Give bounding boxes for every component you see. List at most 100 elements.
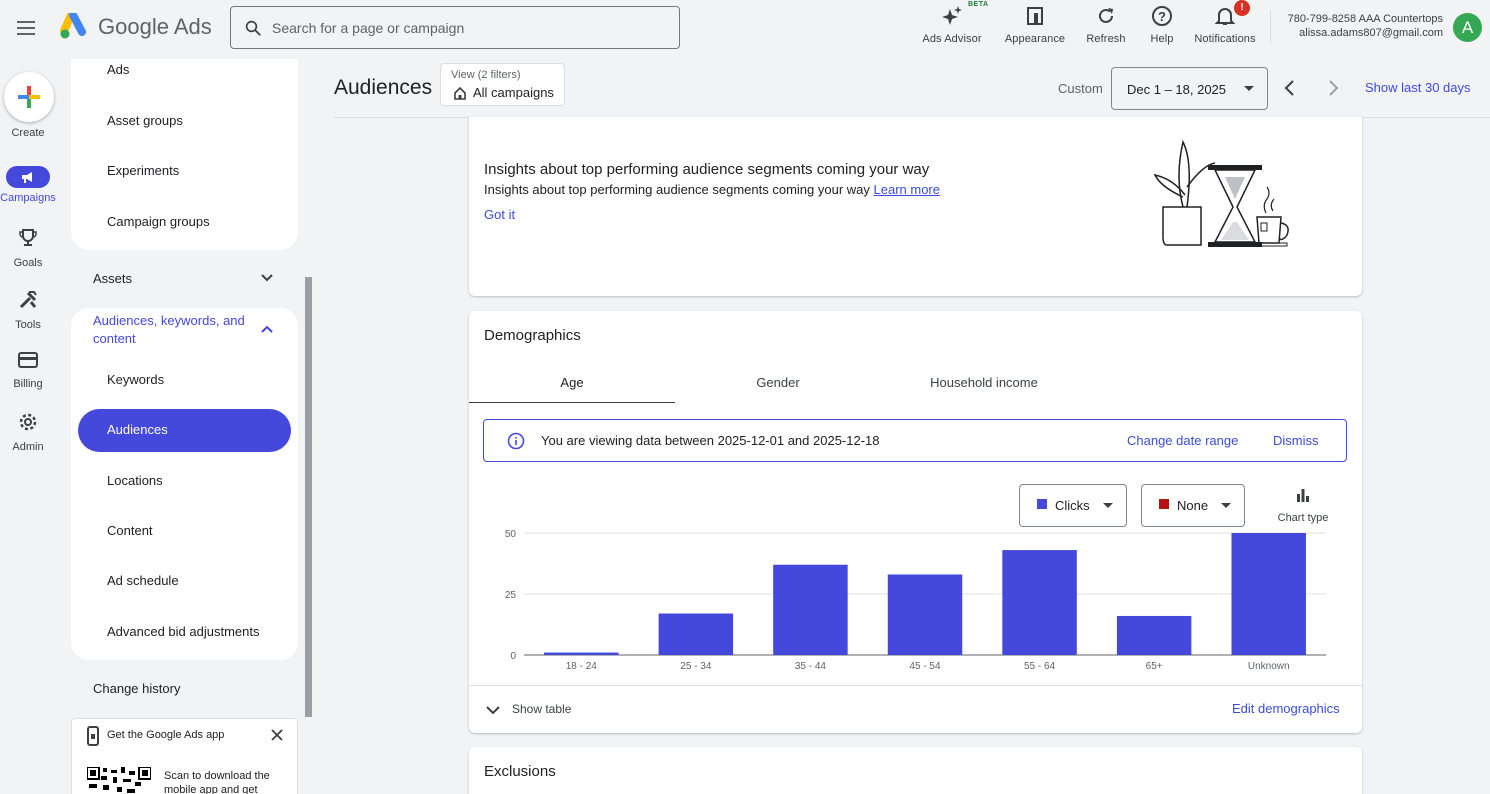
google-ads-logo[interactable]: Google Ads: [60, 13, 212, 41]
bar[interactable]: [887, 574, 963, 655]
appearance-label: Appearance: [1004, 33, 1066, 45]
view-filter-value: All campaigns: [473, 85, 554, 100]
chart-type-button[interactable]: Chart type: [1269, 487, 1337, 524]
search-input[interactable]: [272, 19, 652, 36]
insight-card: Insights about top performing audience s…: [469, 117, 1362, 296]
nav-item-audiences[interactable]: Audiences: [107, 422, 168, 437]
insight-body-text: Insights about top performing audience s…: [484, 182, 870, 197]
nav-item-advanced-bid[interactable]: Advanced bid adjustments: [107, 624, 259, 639]
chevron-down-icon[interactable]: [260, 273, 274, 283]
qr-code-icon: [87, 767, 151, 793]
nav-section-assets[interactable]: Assets: [93, 271, 132, 286]
nav-item-asset-groups[interactable]: Asset groups: [107, 113, 183, 128]
caret-down-icon: [1103, 503, 1113, 508]
bar[interactable]: [658, 613, 734, 655]
nav-item-locations[interactable]: Locations: [107, 473, 163, 488]
date-info-text: You are viewing data between 2025-12-01 …: [541, 433, 880, 448]
insight-body: Insights about top performing audience s…: [484, 182, 940, 197]
bar[interactable]: [544, 652, 619, 655]
nav-item-ad-schedule[interactable]: Ad schedule: [107, 573, 179, 588]
bar[interactable]: [1002, 550, 1077, 655]
bar[interactable]: [1231, 533, 1306, 655]
info-icon: [507, 432, 525, 450]
rail-tools[interactable]: Tools: [0, 290, 56, 331]
age-bar-chart: 0 25 50 18 - 24 25 - 34 35 - 44 45 - 54 55 - 64…: [505, 529, 1326, 672]
nav-section-change-history[interactable]: Change history: [93, 681, 180, 696]
rail-campaigns[interactable]: Campaigns: [0, 166, 56, 204]
account-info[interactable]: 780-799-8258 AAA Countertops alissa.adam…: [1270, 12, 1443, 40]
appearance-icon: [1024, 5, 1046, 27]
bar[interactable]: [773, 564, 848, 655]
show-last-30-days-link[interactable]: Show last 30 days: [1365, 80, 1471, 95]
create-button[interactable]: [4, 72, 54, 122]
tab-gender[interactable]: Gender: [675, 375, 881, 390]
bar[interactable]: [1116, 615, 1192, 655]
y-tick-label: 0: [510, 651, 516, 662]
bar-chart-icon: [1297, 489, 1309, 502]
y-tick-label: 50: [505, 529, 517, 540]
metric-secondary-swatch: [1159, 499, 1169, 509]
chevron-down-icon[interactable]: [485, 704, 501, 716]
sparkle-icon: [941, 5, 963, 27]
x-tick-label: 35 - 44: [795, 661, 827, 672]
caret-down-icon: [1221, 503, 1231, 508]
chevron-up-icon[interactable]: [260, 324, 274, 334]
credit-card-icon: [18, 352, 38, 368]
help-button[interactable]: ? Help: [1145, 4, 1179, 48]
learn-more-link[interactable]: Learn more: [874, 182, 940, 197]
admin-label: Admin: [12, 441, 44, 453]
rail-admin[interactable]: Admin: [0, 412, 56, 453]
home-icon: [454, 86, 466, 100]
search-box[interactable]: [230, 6, 680, 49]
show-table-toggle[interactable]: Show table: [512, 702, 571, 716]
edit-demographics-link[interactable]: Edit demographics: [1232, 701, 1340, 716]
tab-age[interactable]: Age: [469, 375, 675, 390]
help-icon: ?: [1151, 5, 1173, 27]
nav-section-audiences-line1: Audiences, keywords, and: [93, 313, 245, 328]
exclusions-title: Exclusions: [484, 763, 556, 780]
refresh-icon: [1095, 5, 1117, 27]
campaigns-label: Campaigns: [0, 192, 56, 204]
nav-item-campaign-groups[interactable]: Campaign groups: [107, 214, 210, 229]
beta-badge: BETA: [968, 1, 989, 8]
svg-text:?: ?: [1158, 9, 1166, 24]
date-info-banner: You are viewing data between 2025-12-01 …: [483, 419, 1347, 462]
google-ads-logo-icon: [60, 13, 86, 39]
metric-primary-label: Clicks: [1055, 498, 1090, 513]
card-divider: [469, 685, 1362, 686]
bell-icon: [1214, 5, 1236, 27]
tab-household-income[interactable]: Household income: [881, 375, 1087, 390]
main-menu-icon[interactable]: [17, 17, 39, 39]
hourglass-illustration: [1153, 139, 1289, 247]
view-filter-selector[interactable]: View (2 filters) All campaigns: [440, 63, 565, 106]
nav-item-ads[interactable]: Ads: [107, 62, 129, 77]
metric-primary-swatch: [1037, 499, 1047, 509]
nav-item-experiments[interactable]: Experiments: [107, 163, 179, 178]
rail-billing[interactable]: Billing: [0, 351, 56, 390]
notifications-button[interactable]: ! Notifications: [1190, 0, 1260, 48]
ads-advisor-button[interactable]: BETA Ads Advisor: [921, 1, 988, 48]
chevron-right-icon[interactable]: [1326, 79, 1340, 97]
refresh-button[interactable]: Refresh: [1083, 4, 1129, 48]
nav-item-content[interactable]: Content: [107, 523, 153, 538]
rail-goals[interactable]: Goals: [0, 228, 56, 269]
date-range-picker[interactable]: Dec 1 – 18, 2025: [1111, 67, 1268, 110]
search-icon: [245, 20, 261, 36]
change-date-range-link[interactable]: Change date range: [1127, 433, 1238, 448]
appearance-button[interactable]: Appearance: [1003, 4, 1067, 48]
close-icon[interactable]: [271, 729, 283, 741]
gear-icon: [19, 413, 37, 431]
insight-title: Insights about top performing audience s…: [484, 161, 930, 178]
got-it-button[interactable]: Got it: [484, 207, 515, 222]
nav-item-keywords[interactable]: Keywords: [107, 372, 164, 387]
logo-text: Google Ads: [98, 14, 212, 39]
avatar[interactable]: A: [1453, 13, 1482, 42]
nav-section-audiences[interactable]: Audiences, keywords, and content: [93, 312, 245, 348]
x-tick-label: 25 - 34: [680, 661, 712, 672]
dismiss-button[interactable]: Dismiss: [1273, 433, 1319, 448]
ads-advisor-label: Ads Advisor: [922, 33, 982, 45]
account-email: alissa.adams807@gmail.com: [1299, 27, 1443, 39]
nav-scrollbar[interactable]: [305, 277, 312, 717]
chevron-left-icon[interactable]: [1283, 79, 1297, 97]
x-tick-label: 65+: [1146, 661, 1163, 672]
